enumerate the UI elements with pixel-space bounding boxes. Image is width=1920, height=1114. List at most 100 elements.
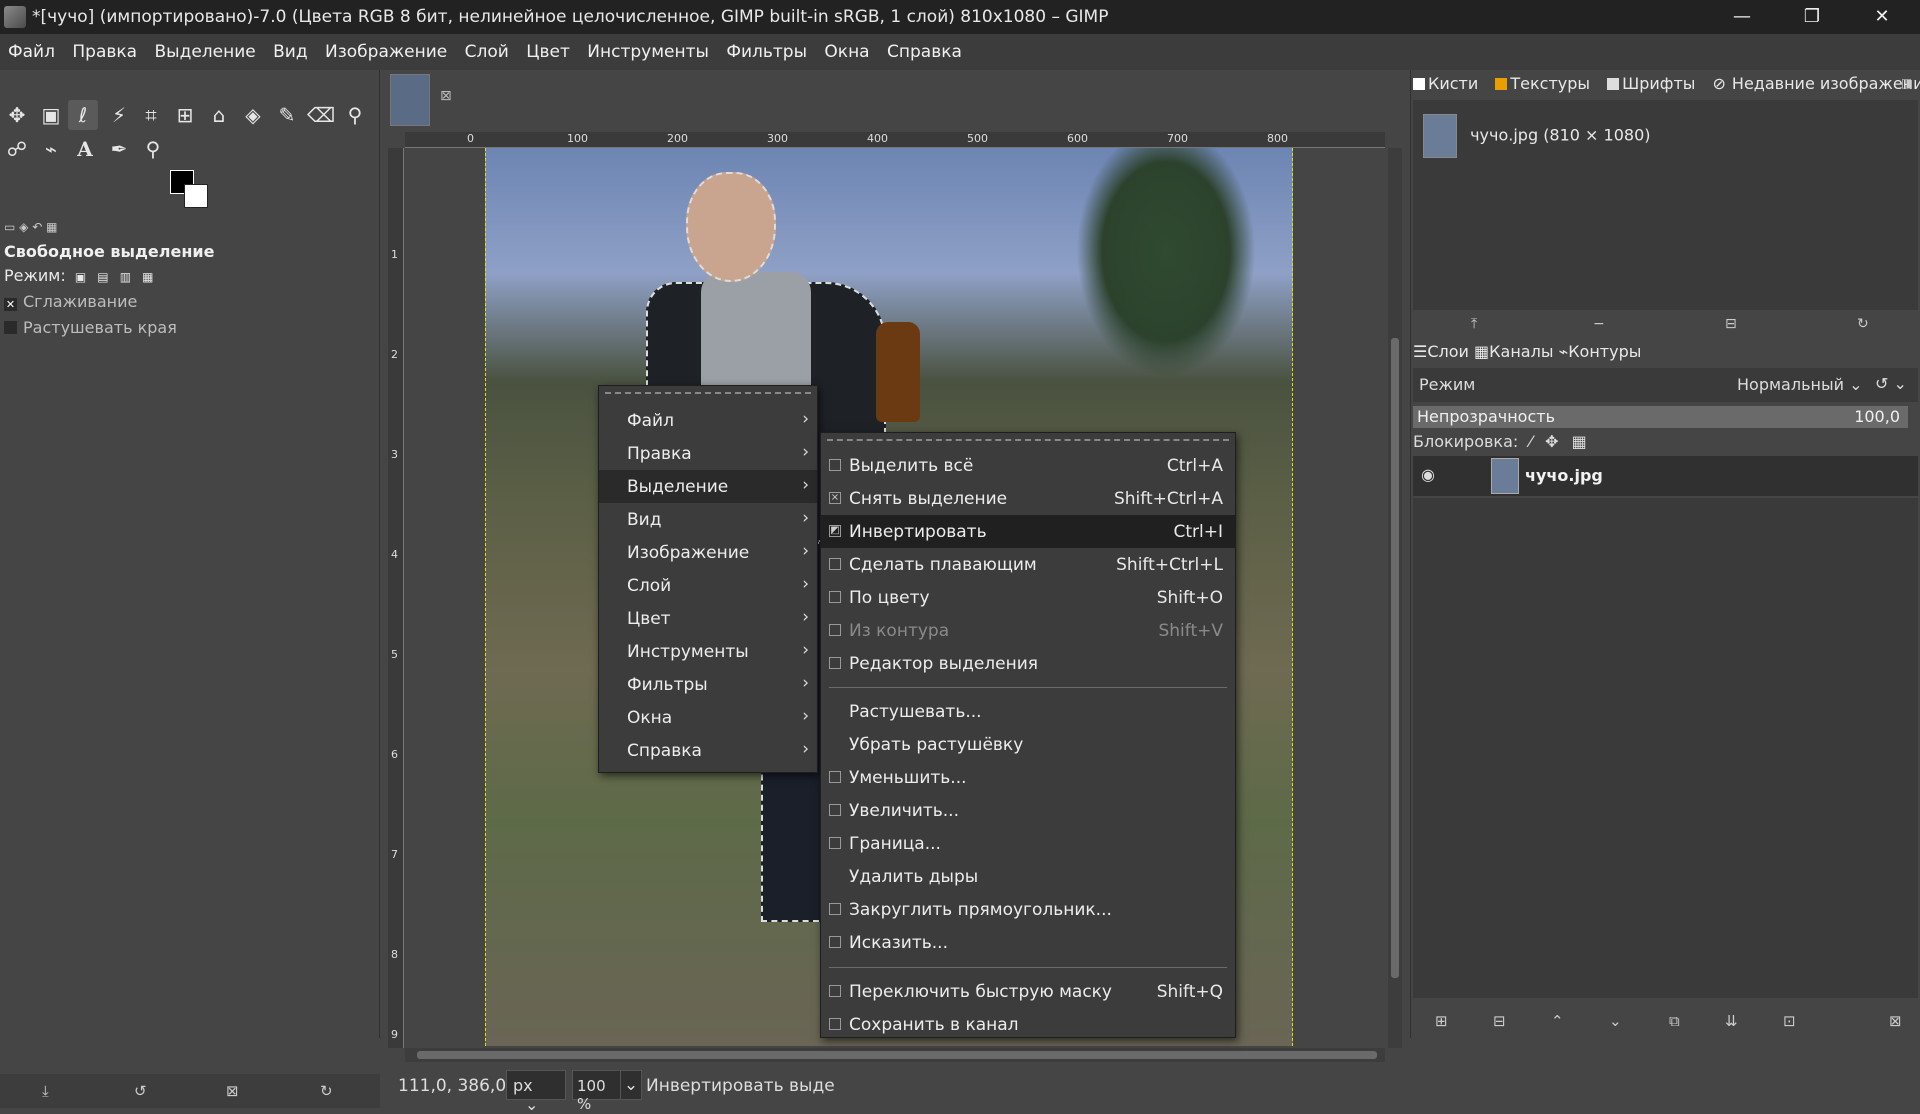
tab-layers[interactable]: ☰Слои	[1413, 342, 1469, 361]
lock-position-icon[interactable]: ✥	[1545, 432, 1558, 451]
free-select-tool-icon[interactable]: ℓ	[68, 100, 98, 130]
raise-layer-icon[interactable]: ⌃	[1551, 1012, 1564, 1030]
horizontal-scroll-thumb[interactable]	[417, 1051, 1377, 1059]
new-layer-group-icon[interactable]: ⊟	[1493, 1012, 1506, 1030]
tab-paths[interactable]: ⌁Контуры	[1559, 342, 1642, 361]
lower-layer-icon[interactable]: ⌄	[1609, 1012, 1622, 1030]
new-layer-icon[interactable]: ⊞	[1435, 1012, 1448, 1030]
vertical-scrollbar[interactable]	[1388, 148, 1402, 1048]
menu-select[interactable]: Выделение	[146, 34, 259, 62]
feather-checkbox[interactable]	[4, 321, 17, 334]
horizontal-scrollbar[interactable]	[405, 1048, 1385, 1062]
warp-tool-icon[interactable]: ⌂	[204, 100, 234, 130]
context-item-file[interactable]: Файл ›	[599, 404, 817, 437]
minimize-button[interactable]: —	[1712, 0, 1772, 34]
menu-windows[interactable]: Окна	[816, 34, 873, 62]
tab-fonts[interactable]: Шрифты	[1607, 74, 1701, 93]
paintbrush-tool-icon[interactable]: ✎	[272, 100, 302, 130]
maximize-button[interactable]: ❐	[1782, 0, 1842, 34]
context-item-layer[interactable]: Слой ›	[599, 569, 817, 602]
eraser-tool-icon[interactable]: ⌫	[306, 100, 336, 130]
vertical-scroll-thumb[interactable]	[1391, 338, 1399, 978]
save-to-channel-item[interactable]: Сохранить в канал	[821, 1008, 1235, 1041]
fg-bg-color-swatch[interactable]	[170, 170, 214, 212]
transform-tool-icon[interactable]: ⊞	[170, 100, 200, 130]
menu-view[interactable]: Вид	[265, 34, 311, 62]
delete-preset-icon[interactable]: ⊠	[226, 1082, 239, 1100]
menu-tearoff[interactable]	[827, 439, 1229, 441]
grow-item[interactable]: Увеличить...	[821, 794, 1235, 827]
image-tab-thumbnail[interactable]	[390, 74, 430, 126]
eye-icon[interactable]: ◉	[1421, 465, 1435, 484]
add-mask-icon[interactable]: ⊡	[1783, 1012, 1796, 1030]
sharpen-item[interactable]: Убрать растушёвку	[821, 728, 1235, 761]
tab-brushes[interactable]: Кисти	[1413, 74, 1484, 93]
feather-option[interactable]: Растушевать края	[4, 318, 177, 337]
context-item-edit[interactable]: Правка ›	[599, 437, 817, 470]
rect-select-tool-icon[interactable]: ▣	[36, 100, 66, 130]
bucket-fill-tool-icon[interactable]: ◈	[238, 100, 268, 130]
menu-tools[interactable]: Инструменты	[579, 34, 713, 62]
unit-selector[interactable]: px ⌄	[506, 1070, 566, 1114]
select-float-item[interactable]: Сделать плавающим Shift+Ctrl+L	[821, 548, 1235, 581]
menu-layer[interactable]: Слой	[457, 34, 513, 62]
clone-tool-icon[interactable]: ⚲	[340, 100, 370, 130]
feather-item[interactable]: Растушевать...	[821, 695, 1235, 728]
rounded-rectangle-item[interactable]: Закруглить прямоугольник...	[821, 893, 1235, 926]
menu-tearoff[interactable]	[605, 392, 811, 394]
tab-recent-images[interactable]: ⊘ Недавние изображения	[1713, 74, 1920, 93]
image-tab-close-icon[interactable]: ⊠	[440, 88, 452, 104]
opacity-slider[interactable]: Непрозрачность 100,0	[1413, 406, 1908, 428]
save-preset-icon[interactable]: ⤓	[42, 1082, 49, 1100]
selection-editor-item[interactable]: Редактор выделения	[821, 647, 1235, 680]
vertical-ruler[interactable]: 1 2 3 4 5 6 7 8 9	[388, 148, 404, 1048]
zoom-dropdown-chevron-icon[interactable]: ⌄	[620, 1070, 642, 1100]
distort-item[interactable]: Исказить...	[821, 926, 1235, 959]
move-tool-icon[interactable]: ✥	[2, 100, 32, 130]
refresh-icon[interactable]: ↻	[1857, 316, 1869, 332]
shrink-item[interactable]: Уменьшить...	[821, 761, 1235, 794]
menu-edit[interactable]: Правка	[64, 34, 141, 62]
dock-menu-icon[interactable]: ◨	[1901, 76, 1912, 90]
antialias-option[interactable]: ✕ Сглаживание	[4, 292, 137, 311]
menu-filters[interactable]: Фильтры	[718, 34, 811, 62]
delete-layer-icon[interactable]: ⊠	[1889, 1012, 1902, 1030]
select-none-item[interactable]: × Снять выделение Shift+Ctrl+A	[821, 482, 1235, 515]
close-button[interactable]: ✕	[1852, 0, 1912, 34]
crop-tool-icon[interactable]: ⌗	[136, 100, 166, 130]
zoom-tool-icon[interactable]: ⚲	[138, 134, 168, 164]
remove-entry-icon[interactable]: −	[1593, 316, 1605, 332]
paths-tool-icon[interactable]: ⌁	[36, 134, 66, 164]
context-item-colors[interactable]: Цвет ›	[599, 602, 817, 635]
remove-holes-item[interactable]: Удалить дыры	[821, 860, 1235, 893]
context-item-select[interactable]: Выделение ›	[599, 470, 817, 503]
context-item-view[interactable]: Вид ›	[599, 503, 817, 536]
select-from-path-item[interactable]: Из контура Shift+V	[821, 614, 1235, 647]
open-dialog-icon[interactable]: ⊟	[1725, 316, 1737, 332]
mode-reset-icon[interactable]: ↺ ⌄	[1875, 374, 1907, 393]
lock-pixels-icon[interactable]: ⁄	[1529, 432, 1532, 451]
restore-preset-icon[interactable]: ↺	[134, 1082, 147, 1100]
border-item[interactable]: Граница...	[821, 827, 1235, 860]
select-by-color-item[interactable]: По цвету Shift+O	[821, 581, 1235, 614]
recent-image-item[interactable]: чучо.jpg (810 × 1080)	[1423, 114, 1651, 158]
duplicate-layer-icon[interactable]: ⧉	[1669, 1012, 1680, 1030]
antialias-checkbox[interactable]: ✕	[4, 298, 17, 311]
menu-image[interactable]: Изображение	[317, 34, 451, 62]
layer-mode-dropdown[interactable]: Нормальный ⌄	[1737, 375, 1863, 394]
zoom-field[interactable]: 100 %	[572, 1070, 624, 1113]
menu-help[interactable]: Справка	[879, 34, 966, 62]
color-picker-tool-icon[interactable]: ✒	[104, 134, 134, 164]
text-tool-icon[interactable]: A	[70, 134, 100, 164]
context-item-image[interactable]: Изображение ›	[599, 536, 817, 569]
layer-item[interactable]: ◉ чучо.jpg	[1413, 456, 1918, 496]
mode-subtract-icon[interactable]: ▥	[120, 270, 131, 284]
context-item-filters[interactable]: Фильтры ›	[599, 668, 817, 701]
menu-colors[interactable]: Цвет	[518, 34, 574, 62]
tab-channels[interactable]: ▦Каналы	[1474, 342, 1553, 361]
menu-file[interactable]: Файл	[0, 34, 59, 62]
lock-alpha-icon[interactable]: ▦	[1572, 432, 1587, 451]
smudge-tool-icon[interactable]: ☍	[2, 134, 32, 164]
mode-replace-icon[interactable]: ▣	[75, 270, 86, 284]
tab-patterns[interactable]: Текстуры	[1495, 74, 1596, 93]
